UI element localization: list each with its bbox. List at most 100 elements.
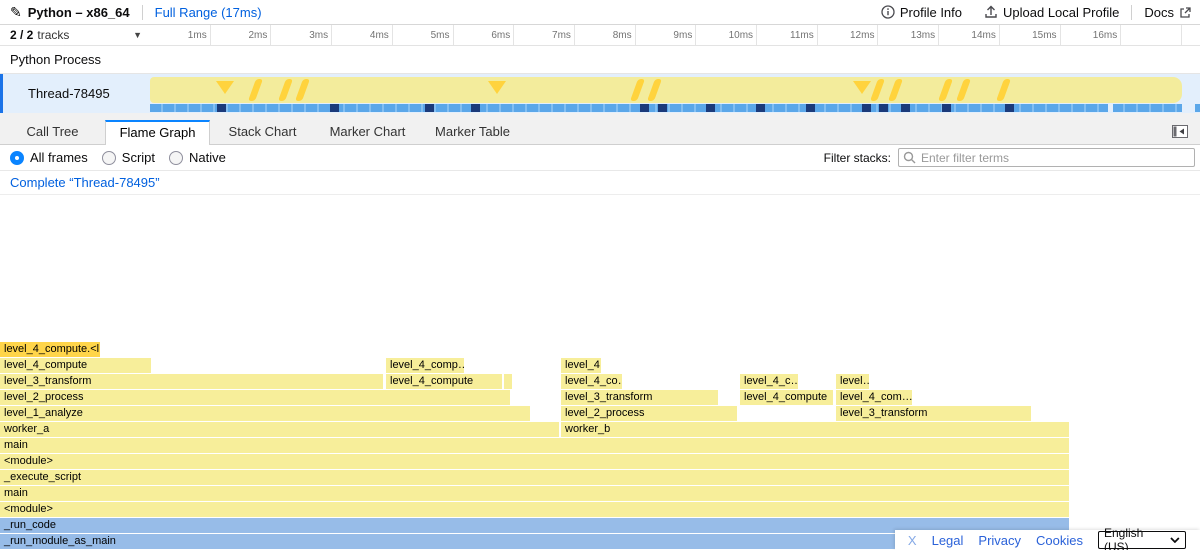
chevron-down-icon	[1170, 537, 1180, 543]
ruler-tick-label: 4ms	[370, 30, 389, 41]
divider	[1131, 5, 1132, 20]
ruler-tick: 12ms	[818, 25, 879, 45]
language-select[interactable]: English (US)	[1098, 531, 1186, 549]
flame-block[interactable]: level…	[836, 374, 869, 389]
activity-dark-segment	[901, 104, 910, 112]
flame-block[interactable]: level_4_compute	[0, 358, 151, 373]
tab-bar: Call TreeFlame GraphStack ChartMarker Ch…	[0, 113, 1200, 145]
radio-icon	[102, 151, 116, 165]
ruler-tick: 8ms	[575, 25, 636, 45]
ruler-tick-label: 9ms	[673, 30, 692, 41]
activity-dark-segment	[640, 104, 649, 112]
ruler-tick-label: 10ms	[729, 30, 753, 41]
radio-native[interactable]: Native	[169, 150, 226, 165]
ruler-tick: 4ms	[332, 25, 393, 45]
tab-flame-graph[interactable]: Flame Graph	[105, 120, 210, 145]
flame-block[interactable]: level_2_process	[561, 406, 737, 421]
tab-marker-chart[interactable]: Marker Chart	[315, 120, 420, 144]
ruler-tick: 11ms	[757, 25, 818, 45]
tab-call-tree[interactable]: Call Tree	[0, 120, 105, 144]
sidebar-toggle-icon	[1172, 125, 1188, 138]
flame-block[interactable]: level_4_compute	[740, 390, 833, 405]
activity-dark-segment	[862, 104, 871, 112]
ruler-tick-label: 12ms	[850, 30, 874, 41]
ruler-tick: 5ms	[393, 25, 454, 45]
breadcrumb-complete-thread[interactable]: Complete “Thread-78495”	[10, 175, 160, 190]
time-ruler: 1ms2ms3ms4ms5ms6ms7ms8ms9ms10ms11ms12ms1…	[150, 25, 1182, 45]
flame-block[interactable]: level_4_co…	[561, 374, 622, 389]
activity-dark-segment	[879, 104, 888, 112]
radio-label: Script	[122, 150, 155, 165]
flame-block[interactable]: level_3_transform	[0, 374, 383, 389]
ruler-tick-label: 15ms	[1032, 30, 1056, 41]
ruler-tick-label: 16ms	[1093, 30, 1117, 41]
ruler-tick: 15ms	[1000, 25, 1061, 45]
footer-link-x[interactable]: X	[908, 533, 917, 548]
flame-block[interactable]: level_4_c…	[740, 374, 798, 389]
ruler-tick-label: 8ms	[613, 30, 632, 41]
ruler-tick: 10ms	[696, 25, 757, 45]
flame-block[interactable]: level_4_com…	[836, 390, 912, 405]
flame-block[interactable]: level_3_transform	[836, 406, 1031, 421]
footer: X Legal Privacy Cookies English (US)	[895, 530, 1200, 550]
ruler-tick: 3ms	[271, 25, 332, 45]
radio-script[interactable]: Script	[102, 150, 155, 165]
flame-block[interactable]: level_4_compute	[386, 374, 502, 389]
flame-block[interactable]: level_2_process	[0, 390, 510, 405]
edit-pencil-icon[interactable]: ✎	[10, 4, 22, 21]
flame-block[interactable]: level_3_transform	[561, 390, 718, 405]
search-icon	[903, 151, 916, 164]
ruler-tick-label: 13ms	[911, 30, 935, 41]
flame-block[interactable]: worker_b	[561, 422, 1069, 437]
thread-marker-band[interactable]	[150, 77, 1182, 103]
process-track-header[interactable]: Python Process	[0, 46, 1200, 74]
upload-profile-button[interactable]: Upload Local Profile	[984, 5, 1119, 20]
top-bar: ✎ Python – x86_64 Full Range (17ms) Prof…	[0, 0, 1200, 25]
activity-dark-segment	[806, 104, 815, 112]
flame-block[interactable]: worker_a	[0, 422, 559, 437]
thread-label: Thread-78495	[28, 86, 110, 101]
flame-block[interactable]: level_4…	[561, 358, 601, 373]
profile-info-button[interactable]: Profile Info	[881, 5, 962, 20]
ruler-tick: 13ms	[878, 25, 939, 45]
ruler-tick: 16ms	[1061, 25, 1122, 45]
language-value: English (US)	[1104, 526, 1170, 550]
flame-block[interactable]: _execute_script	[0, 470, 1069, 485]
flame-block[interactable]: <module>	[0, 454, 1069, 469]
activity-dark-segment	[425, 104, 434, 112]
docs-button[interactable]: Docs	[1144, 5, 1192, 20]
filter-stacks-input[interactable]	[898, 148, 1195, 167]
thread-activity-graph[interactable]	[150, 104, 1182, 112]
track-marker-slash	[278, 79, 293, 101]
track-marker-slash	[938, 79, 953, 101]
ruler-tick-label: 11ms	[790, 30, 814, 41]
flame-block[interactable]: main	[0, 438, 1069, 453]
sidebar-toggle-button[interactable]	[1170, 123, 1190, 139]
thread-track[interactable]: Thread-78495	[0, 74, 1200, 113]
activity-dark-segment	[217, 104, 226, 112]
tab-stack-chart[interactable]: Stack Chart	[210, 120, 315, 144]
profile-title: Python – x86_64	[28, 5, 130, 20]
ruler-tick: 9ms	[636, 25, 697, 45]
tracks-dropdown-button[interactable]: 2 / 2 tracks ▼	[0, 25, 150, 45]
ruler-tick: 1ms	[150, 25, 211, 45]
footer-link-privacy[interactable]: Privacy	[978, 533, 1021, 548]
flame-block[interactable]: level_4_compute.<l…	[0, 342, 100, 357]
breadcrumb: Complete “Thread-78495”	[0, 171, 1200, 195]
info-icon	[881, 5, 895, 19]
flame-block[interactable]: <module>	[0, 502, 1069, 517]
track-marker-slash	[295, 79, 310, 101]
activity-dark-segment	[330, 104, 339, 112]
tracks-word: tracks	[37, 28, 69, 42]
flame-block[interactable]: level_1_analyze	[0, 406, 530, 421]
radio-all-frames[interactable]: All frames	[10, 150, 88, 165]
footer-link-cookies[interactable]: Cookies	[1036, 533, 1083, 548]
full-range-link[interactable]: Full Range (17ms)	[155, 5, 262, 20]
activity-dark-segment	[471, 104, 480, 112]
tab-marker-table[interactable]: Marker Table	[420, 120, 525, 144]
flame-block[interactable]: main	[0, 486, 1069, 501]
track-marker-slash	[647, 79, 662, 101]
flame-block[interactable]	[504, 374, 512, 389]
flame-block[interactable]: level_4_comp…	[386, 358, 464, 373]
footer-link-legal[interactable]: Legal	[932, 533, 964, 548]
